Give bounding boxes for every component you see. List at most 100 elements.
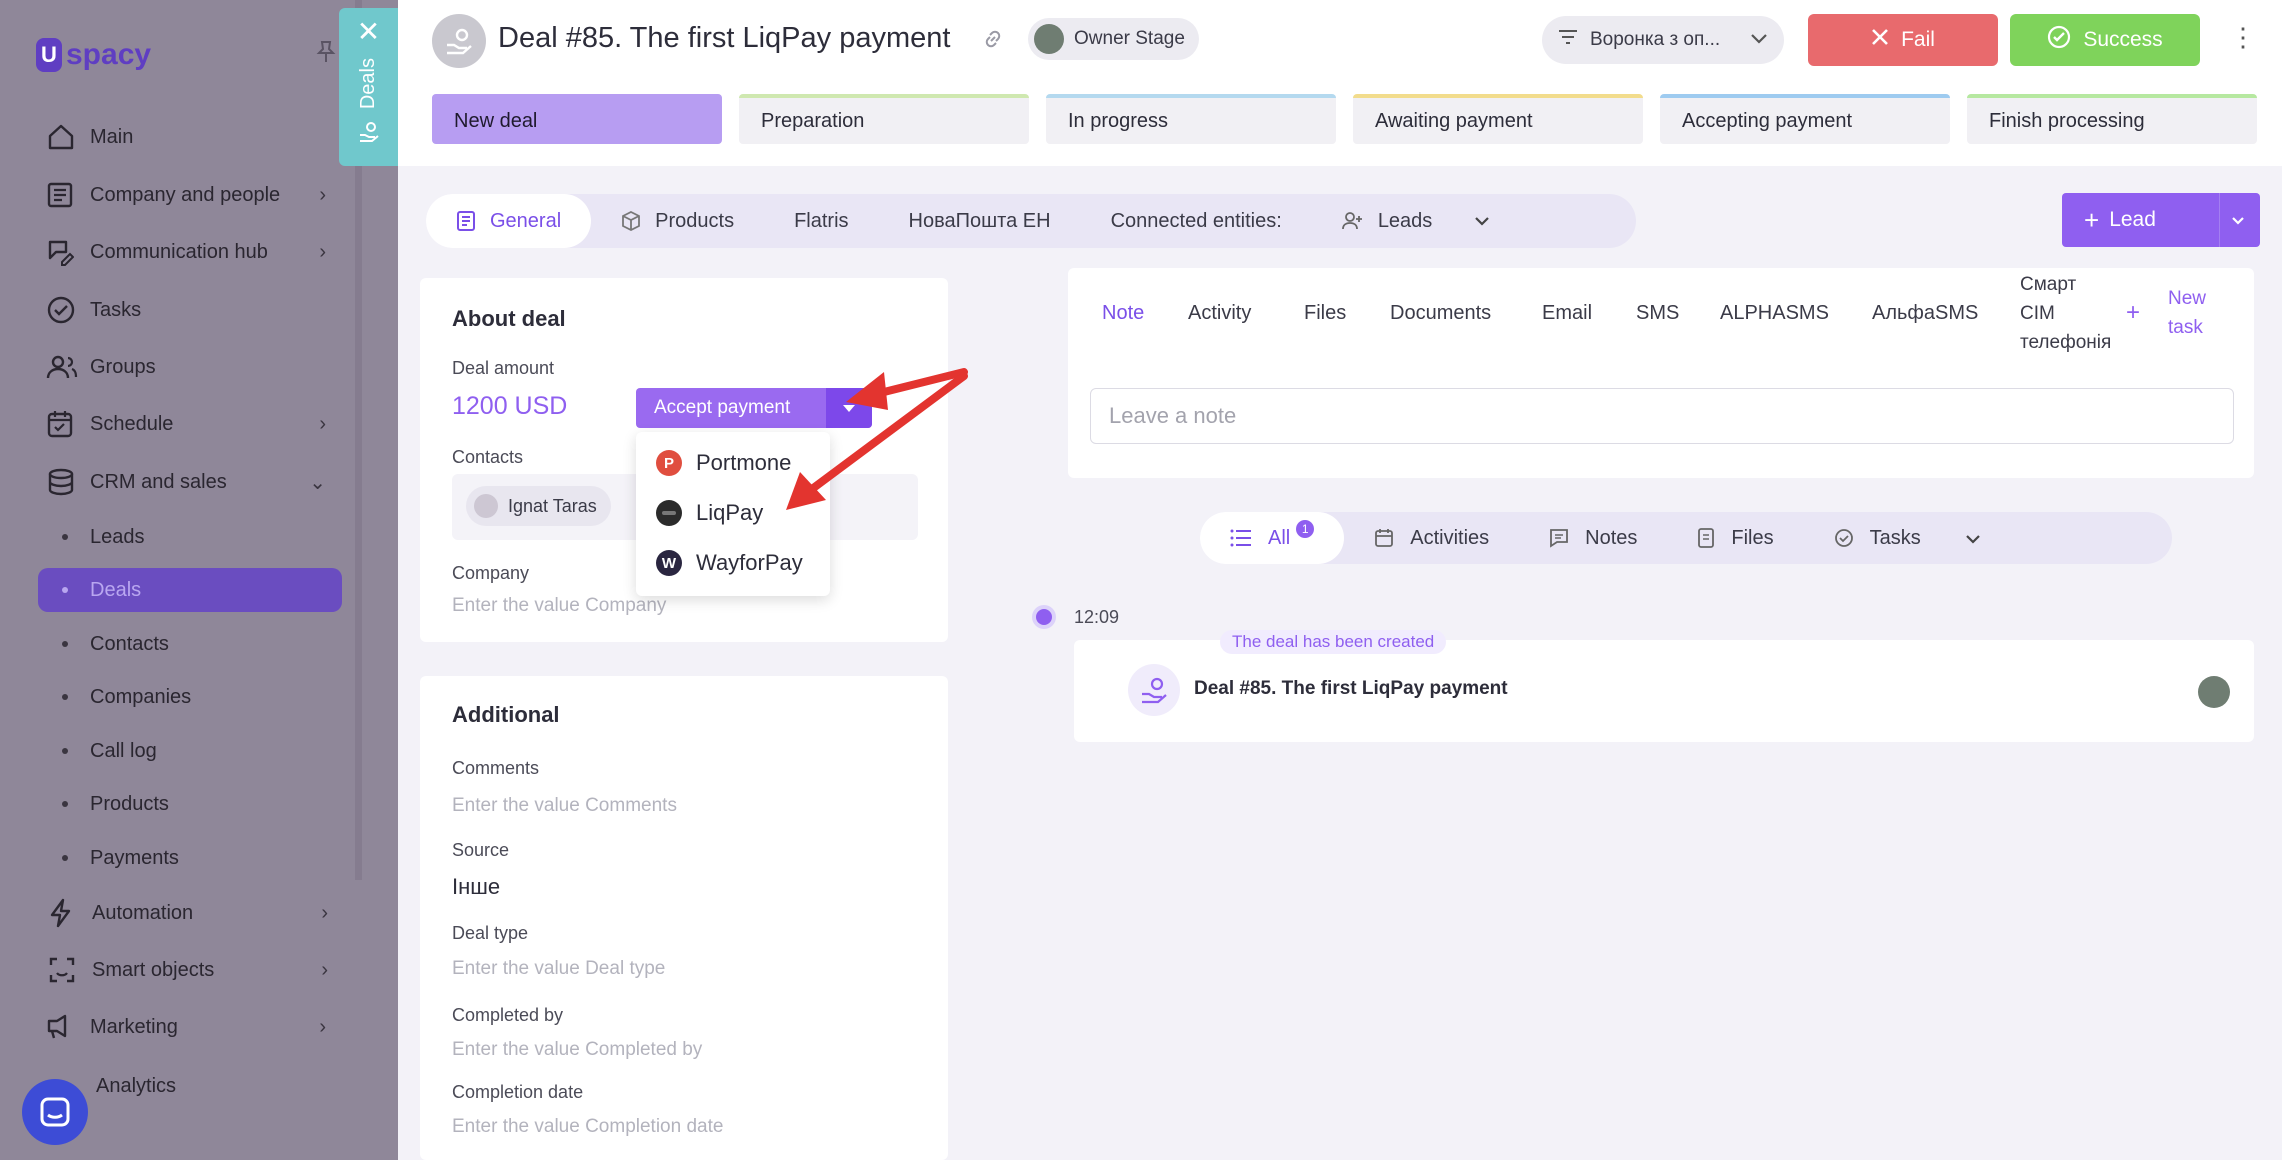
deal-header: Deal #85. The first LiqPay payment Owner… — [398, 0, 2282, 166]
tab-label: Connected entities: — [1110, 209, 1282, 232]
tab-label: ALPHASMS — [1720, 301, 1829, 324]
close-icon[interactable]: ✕ — [357, 18, 380, 46]
sidebar-sub-leads[interactable]: Leads — [38, 515, 342, 559]
tab-files[interactable]: Files — [1304, 268, 1346, 358]
filter-notes[interactable]: Notes — [1519, 512, 1667, 564]
funnel-select[interactable]: Воронка з оп... — [1542, 16, 1784, 64]
stage-preparation[interactable]: Preparation — [739, 94, 1029, 144]
stage-pipeline: New deal Preparation In progress Awaitin… — [432, 94, 2257, 144]
sidebar-item-crm-and-sales[interactable]: CRM and sales ⌄ — [46, 462, 336, 502]
deals-panel-tab[interactable]: ✕ Deals — [339, 8, 398, 166]
filter-activities[interactable]: Activities — [1344, 512, 1519, 564]
stage-accepting-payment[interactable]: Accepting payment — [1660, 94, 1950, 144]
sidebar-item-main[interactable]: Main — [46, 117, 336, 157]
owner-stage-badge[interactable]: Owner Stage — [1028, 18, 1199, 60]
deal-amount-value[interactable]: 1200 USD — [452, 392, 567, 421]
comments-field[interactable]: Enter the value Comments — [452, 795, 677, 817]
add-lead-button[interactable]: + Lead — [2062, 193, 2260, 247]
filter-files[interactable]: Files — [1667, 512, 1803, 564]
chevron-down-icon[interactable] — [2230, 207, 2246, 239]
caret-down-icon[interactable] — [826, 388, 872, 428]
stage-finish-processing[interactable]: Finish processing — [1967, 94, 2257, 144]
menu-item-portmone[interactable]: P Portmone — [656, 446, 791, 480]
timeline-event-card[interactable]: Deal #85. The first LiqPay payment — [1074, 640, 2254, 742]
tab-documents[interactable]: Documents — [1390, 268, 1491, 358]
new-task-button[interactable]: New task — [2168, 268, 2206, 358]
sidebar-sub-companies[interactable]: Companies — [38, 675, 342, 719]
completion-date-field[interactable]: Enter the value Completion date — [452, 1116, 723, 1138]
sidebar-item-label: Analytics — [96, 1074, 177, 1097]
deal-type-field[interactable]: Enter the value Deal type — [452, 958, 665, 980]
sidebar-item-marketing[interactable]: Marketing › — [46, 1007, 336, 1047]
tab-novaposhta[interactable]: НоваПошта ЕН — [879, 194, 1081, 248]
sidebar-item-schedule[interactable]: Schedule › — [46, 404, 336, 444]
chat-edit-icon — [46, 237, 80, 267]
link-icon[interactable] — [982, 28, 1004, 55]
tab-sms[interactable]: SMS — [1636, 268, 1679, 358]
filter-tasks[interactable]: Tasks — [1804, 512, 1951, 564]
app-logo[interactable]: U spacy — [36, 38, 151, 72]
fail-label: Fail — [1901, 28, 1935, 51]
tab-activity[interactable]: Activity — [1188, 268, 1251, 358]
sidebar-sub-payments[interactable]: Payments — [38, 836, 342, 880]
more-options-icon[interactable]: ⋮ — [2230, 24, 2256, 50]
accept-payment-button[interactable]: Accept payment — [636, 388, 872, 428]
sidebar-item-groups[interactable]: Groups — [46, 347, 336, 387]
chevron-down-icon: ⌄ — [309, 471, 326, 494]
calendar-icon — [46, 409, 80, 439]
chevron-right-icon: › — [319, 183, 326, 206]
support-chat-button[interactable] — [22, 1079, 88, 1145]
tab-alfasms[interactable]: АльфаSMS — [1872, 268, 1978, 358]
filter-more-toggle[interactable] — [1951, 512, 1995, 564]
contact-chip[interactable]: Ignat Taras — [466, 486, 611, 526]
connected-entities-label: Connected entities: — [1081, 194, 1302, 248]
sidebar-item-communication-hub[interactable]: Communication hub › — [46, 232, 336, 272]
filter-label: Files — [1731, 526, 1774, 549]
sidebar-item-smart-objects[interactable]: Smart objects › — [48, 950, 338, 990]
menu-item-wayforpay[interactable]: W WayforPay — [656, 546, 803, 580]
sidebar-item-automation[interactable]: Automation › — [48, 893, 338, 933]
source-label: Source — [452, 840, 510, 860]
tab-note[interactable]: Note — [1102, 268, 1144, 358]
sidebar-sub-products[interactable]: Products — [38, 782, 342, 826]
pin-icon[interactable] — [316, 40, 336, 70]
tab-leads[interactable]: Leads — [1302, 194, 1521, 248]
liqpay-icon — [656, 500, 682, 526]
tab-alphasms[interactable]: ALPHASMS — [1720, 268, 1829, 358]
lightning-icon — [48, 898, 82, 928]
tab-general[interactable]: General — [426, 194, 592, 248]
fail-button[interactable]: Fail — [1808, 14, 1998, 66]
sidebar-item-analytics[interactable]: Analytics — [96, 1066, 386, 1106]
tab-label: АльфаSMS — [1872, 301, 1979, 324]
chevron-down-icon[interactable] — [1474, 216, 1490, 226]
source-field[interactable]: Інше — [452, 874, 500, 900]
note-input[interactable]: Leave a note — [1090, 388, 2234, 444]
tab-flatris[interactable]: Flatris — [764, 194, 878, 248]
stage-label: In progress — [1068, 109, 1169, 132]
success-button[interactable]: Success — [2010, 14, 2200, 66]
event-title[interactable]: Deal #85. The first LiqPay payment — [1194, 678, 1508, 700]
stage-awaiting-payment[interactable]: Awaiting payment — [1353, 94, 1643, 144]
list-icon — [1230, 529, 1252, 547]
filter-all[interactable]: All 1 — [1200, 512, 1345, 564]
menu-item-liqpay[interactable]: LiqPay — [656, 496, 763, 530]
menu-item-label: WayforPay — [696, 550, 803, 575]
tab-email[interactable]: Email — [1542, 268, 1592, 358]
sidebar-item-tasks[interactable]: Tasks — [46, 290, 336, 330]
stage-new-deal[interactable]: New deal — [432, 94, 722, 144]
sidebar-sub-contacts[interactable]: Contacts — [38, 622, 342, 666]
bullet-dot — [62, 801, 68, 807]
sidebar-item-label: Main — [90, 125, 134, 148]
sidebar-sub-deals[interactable]: Deals — [38, 568, 342, 612]
sidebar-sub-call-log[interactable]: Call log — [38, 729, 342, 773]
stage-in-progress[interactable]: In progress — [1046, 94, 1336, 144]
company-field[interactable]: Enter the value Company — [452, 595, 666, 617]
sidebar-item-company-and-people[interactable]: Company and people › — [46, 175, 336, 215]
tab-smart-sim[interactable]: Смарт СІМ телефонія — [2020, 268, 2111, 358]
tab-products[interactable]: Products — [591, 194, 764, 248]
completed-by-field[interactable]: Enter the value Completed by — [452, 1039, 702, 1061]
tab-label: Files — [1304, 301, 1347, 324]
user-add-icon — [1341, 211, 1364, 231]
timeline-filter-bar: All 1 Activities Notes Files Tasks — [1200, 512, 2172, 564]
logo-mark-icon: U — [36, 38, 62, 72]
